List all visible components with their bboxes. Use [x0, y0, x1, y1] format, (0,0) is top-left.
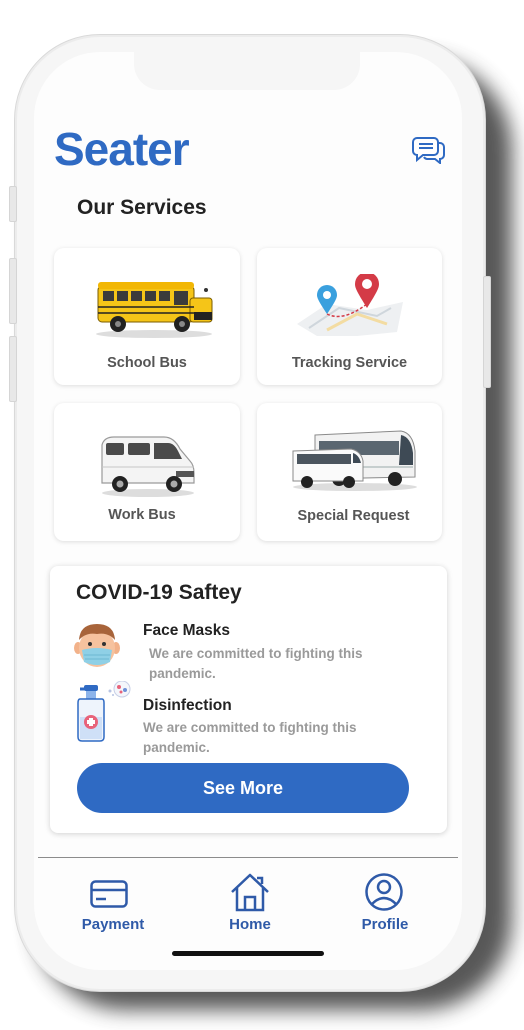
nav-home[interactable]: Home: [222, 870, 278, 936]
disinfection-title: Disinfection: [143, 697, 232, 714]
disinfection-desc: We are committed to fighting this pandem…: [143, 720, 357, 755]
service-card-work-bus[interactable]: Work Bus: [54, 403, 240, 541]
service-label: Special Request: [297, 508, 410, 524]
mute-switch: [9, 186, 17, 222]
nav-profile[interactable]: Profile: [356, 870, 414, 936]
van-image: [101, 436, 195, 497]
service-card-school-bus[interactable]: School Bus: [54, 248, 240, 385]
nav-label: Payment: [81, 916, 145, 933]
service-label: Tracking Service: [291, 355, 408, 371]
nav-payment[interactable]: Payment: [80, 872, 146, 938]
house-icon: [231, 873, 269, 912]
covid-safety-card: COVID-19 Saftey Face Masks We are commit…: [50, 566, 447, 833]
volume-down-button: [9, 336, 17, 402]
nav-label: Home: [229, 916, 271, 933]
map-pins-image: [297, 274, 403, 336]
power-button: [483, 276, 491, 388]
notch: [134, 52, 360, 90]
face-masks-title: Face Masks: [143, 622, 231, 639]
user-circle-icon: [365, 873, 403, 911]
tab-bar-divider: [38, 857, 458, 858]
service-card-tracking[interactable]: Tracking Service: [257, 248, 442, 385]
service-label: School Bus: [107, 355, 187, 371]
service-label: Work Bus: [108, 507, 176, 523]
see-more-button[interactable]: See More: [77, 763, 409, 813]
nav-label: Profile: [361, 916, 409, 933]
services-title: Our Services: [77, 196, 207, 219]
home-indicator[interactable]: [172, 951, 324, 956]
volume-up-button: [9, 258, 17, 324]
card-icon: [90, 880, 128, 908]
school-bus-image: [96, 282, 213, 338]
chat-bubbles-icon[interactable]: [412, 134, 446, 164]
service-card-special-request[interactable]: Special Request: [257, 403, 442, 541]
coach-buses-image: [292, 430, 417, 491]
masked-face-icon: [74, 624, 120, 667]
covid-title: COVID-19 Saftey: [76, 581, 242, 604]
spray-bottle-icon: [77, 681, 131, 742]
face-masks-desc: We are committed to fighting this pandem…: [149, 646, 363, 681]
app-logo: Seater: [54, 123, 190, 175]
